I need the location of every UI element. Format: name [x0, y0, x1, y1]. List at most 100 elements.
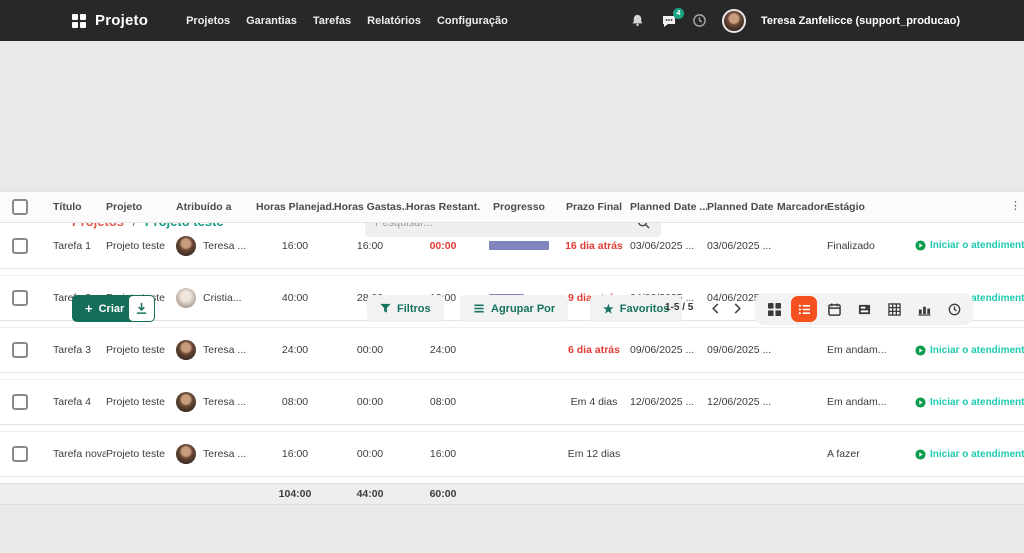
nav-item-projetos[interactable]: Projetos — [186, 15, 230, 27]
cell-horas-restantes: 08:00 — [406, 396, 480, 408]
pagination-range: 1-5 / 5 — [665, 302, 693, 313]
nav-item-relatorios[interactable]: Relatórios — [367, 15, 421, 27]
history-clock-icon[interactable] — [691, 12, 709, 30]
table-row[interactable]: Tarefa nova Projeto teste Teresa ... 16:… — [0, 431, 1024, 477]
cell-planned-date-2: 12/06/2025 ... — [707, 396, 777, 408]
start-service-link[interactable]: Iniciar o atendimento — [915, 397, 1024, 408]
progress-bar — [489, 241, 549, 250]
view-grid-icon[interactable] — [761, 296, 787, 322]
star-icon: ★ — [603, 303, 614, 315]
row-checkbox[interactable] — [12, 446, 28, 462]
filters-button[interactable]: Filtros — [367, 295, 444, 322]
col-titulo[interactable]: Título — [36, 201, 106, 213]
cell-atribuido: Teresa ... — [176, 444, 256, 464]
assignee-avatar — [176, 444, 196, 464]
group-by-button[interactable]: Agrupar Por — [460, 295, 568, 322]
col-marcadores[interactable]: Marcadores — [777, 201, 827, 213]
group-lines-icon — [473, 303, 485, 314]
pagination-next-icon[interactable] — [728, 299, 746, 317]
nav-item-tarefas[interactable]: Tarefas — [313, 15, 351, 27]
app-brand[interactable]: Projeto — [72, 12, 148, 29]
cell-horas-gastas: 00:00 — [334, 448, 406, 460]
topbar: Projeto Projetos Garantias Tarefas Relat… — [0, 0, 1024, 41]
progress-bar — [489, 450, 549, 459]
col-horas-gastas[interactable]: Horas Gastas... — [334, 201, 406, 213]
cell-horas-planejadas: 16:00 — [256, 240, 334, 252]
nav-item-configuracao[interactable]: Configuração — [437, 15, 508, 27]
user-avatar[interactable] — [722, 9, 746, 33]
cell-horas-planejadas: 16:00 — [256, 448, 334, 460]
col-planned-date-2[interactable]: Planned Date ... — [707, 201, 777, 213]
page-background — [0, 505, 1024, 553]
assignee-avatar — [176, 392, 196, 412]
cell-estagio: A fazer — [827, 448, 915, 460]
cell-horas-restantes: 24:00 — [406, 344, 480, 356]
row-checkbox[interactable] — [12, 394, 28, 410]
col-progresso[interactable]: Progresso — [480, 201, 558, 213]
cell-titulo[interactable]: Tarefa 1 — [36, 240, 106, 252]
column-options-icon[interactable]: ⋮ — [1010, 201, 1021, 212]
cell-horas-gastas: 00:00 — [334, 396, 406, 408]
cell-horas-gastas: 16:00 — [334, 240, 406, 252]
start-service-link[interactable]: Iniciar o atendimento — [915, 449, 1024, 460]
cell-horas-restantes: 00:00 — [406, 240, 480, 252]
cell-projeto: Projeto teste — [106, 396, 176, 408]
nav-item-garantias[interactable]: Garantias — [246, 15, 297, 27]
cell-estagio: Em andam... — [827, 344, 915, 356]
col-projeto[interactable]: Projeto — [106, 201, 176, 213]
export-button[interactable] — [128, 295, 155, 322]
total-horas-restantes: 60:00 — [406, 488, 480, 500]
cell-titulo[interactable]: Tarefa 4 — [36, 396, 106, 408]
pagination-prev-icon[interactable] — [706, 299, 724, 317]
table-row[interactable]: Tarefa 3 Projeto teste Teresa ... 24:00 … — [0, 327, 1024, 373]
app-title: Projeto — [95, 12, 148, 29]
cell-titulo[interactable]: Tarefa nova — [36, 448, 106, 460]
col-planned-date-1[interactable]: Planned Date ... — [630, 201, 707, 213]
view-kanban-icon[interactable] — [851, 296, 877, 322]
start-service-link[interactable]: Iniciar o atendimento — [915, 345, 1024, 356]
play-circle-icon — [915, 240, 926, 251]
cell-planned-date-1: 03/06/2025 ... — [630, 240, 707, 252]
progress-bar — [489, 346, 549, 355]
col-estagio[interactable]: Estágio — [827, 201, 915, 213]
col-horas-restantes[interactable]: Horas Restant... — [406, 201, 480, 213]
cell-planned-date-1: 09/06/2025 ... — [630, 344, 707, 356]
col-prazo-final[interactable]: Prazo Final — [558, 201, 630, 213]
col-horas-planejadas[interactable]: Horas Planejad... — [256, 201, 334, 213]
top-navigation: Projetos Garantias Tarefas Relatórios Co… — [186, 15, 508, 27]
cell-horas-planejadas: 40:00 — [256, 292, 334, 304]
view-chart-icon[interactable] — [911, 296, 937, 322]
view-list-icon[interactable] — [791, 296, 817, 322]
progress-bar — [489, 398, 549, 407]
view-switcher — [755, 293, 973, 325]
cell-titulo[interactable]: Tarefa 3 — [36, 344, 106, 356]
col-atribuido[interactable]: Atribuído a — [176, 201, 256, 213]
user-name[interactable]: Teresa Zanfelicce (support_producao) — [761, 15, 960, 27]
cell-horas-planejadas: 08:00 — [256, 396, 334, 408]
view-time-icon[interactable] — [941, 296, 967, 322]
view-table-icon[interactable] — [881, 296, 907, 322]
select-all-checkbox[interactable] — [12, 199, 28, 215]
table-row[interactable]: Tarefa 4 Projeto teste Teresa ... 08:00 … — [0, 379, 1024, 425]
cell-atribuido: Teresa ... — [176, 236, 256, 256]
plus-icon: + — [85, 301, 93, 316]
start-service-link[interactable]: Iniciar o atendimento — [915, 240, 1024, 251]
cell-prazo-final: Em 12 dias — [558, 448, 630, 460]
assignee-avatar — [176, 288, 196, 308]
row-checkbox[interactable] — [12, 290, 28, 306]
cell-horas-restantes: 16:00 — [406, 448, 480, 460]
cell-projeto: Projeto teste — [106, 344, 176, 356]
cell-prazo-final: 16 dia atrás — [558, 240, 630, 252]
view-calendar-icon[interactable] — [821, 296, 847, 322]
cell-projeto: Projeto teste — [106, 448, 176, 460]
play-circle-icon — [915, 345, 926, 356]
filter-funnel-icon — [380, 303, 391, 314]
cell-horas-gastas: 00:00 — [334, 344, 406, 356]
cell-planned-date-1: 12/06/2025 ... — [630, 396, 707, 408]
chat-icon[interactable]: 4 — [660, 12, 678, 30]
row-checkbox[interactable] — [12, 342, 28, 358]
cell-projeto: Projeto teste — [106, 240, 176, 252]
chat-badge: 4 — [673, 8, 684, 19]
notifications-bell-icon[interactable] — [629, 12, 647, 30]
row-checkbox[interactable] — [12, 238, 28, 254]
